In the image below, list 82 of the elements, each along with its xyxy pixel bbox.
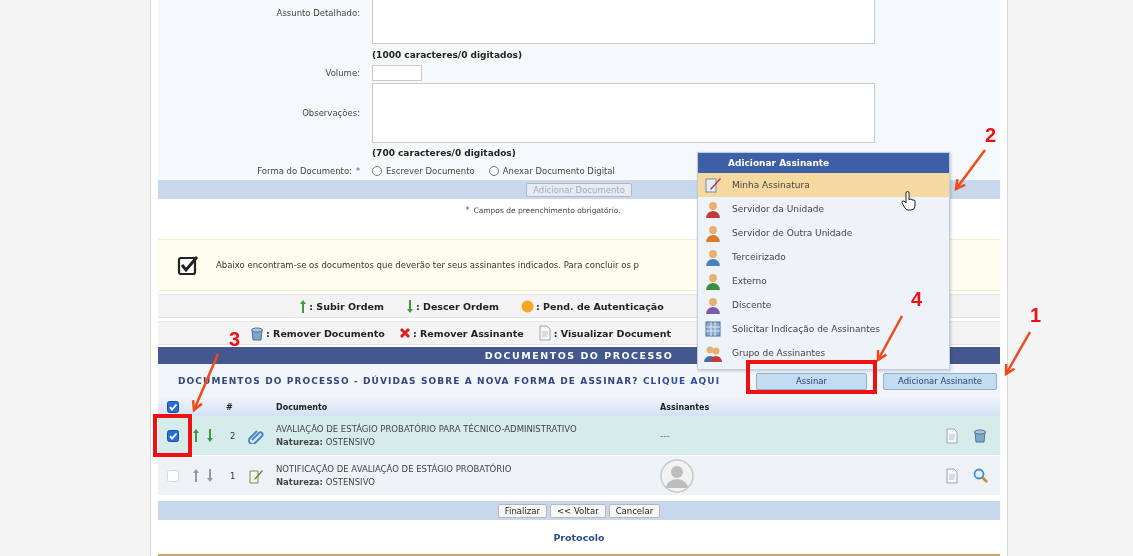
document-nature: Natureza: OSTENSIVO (276, 437, 375, 447)
character-counter: (700 caracteres/0 digitados) (372, 148, 516, 158)
menu-item[interactable]: Externo (698, 269, 771, 293)
add-signer-button[interactable]: Adicionar Assinante (883, 372, 997, 390)
help-link[interactable]: CLIQUE AQUI (642, 376, 721, 386)
people-icon (704, 344, 722, 362)
menu-item[interactable]: Minha Assinatura (698, 173, 949, 197)
form-button[interactable]: << Voltar (549, 503, 606, 518)
document-nature: Natureza: OSTENSIVO (276, 477, 375, 487)
text-area[interactable] (372, 83, 875, 143)
required-mark: * (465, 205, 470, 215)
document-title: NOTIFICAÇÃO DE AVALIAÇÃO DE ESTÁGIO PROBATÓRIO (276, 464, 512, 474)
radio-label[interactable]: Anexar Documento Digital (502, 166, 615, 176)
pen-icon (704, 176, 722, 194)
paperclip-icon (248, 427, 264, 444)
legend-label: : Remover Documento (266, 327, 385, 339)
row-number: 1 (229, 470, 236, 481)
down-arrow-icon (206, 468, 214, 483)
down-arrow-icon[interactable] (206, 428, 214, 443)
radio-label[interactable]: Escrever Documento (386, 166, 475, 176)
field-label: Assunto Detalhado: (276, 8, 360, 18)
menu-item[interactable]: Solicitar Indicação de Assinantes (698, 317, 884, 341)
column-header: Assinantes (660, 402, 710, 412)
person-icon (704, 224, 722, 242)
legend-label: : Descer Ordem (415, 300, 499, 312)
person-icon (704, 272, 722, 290)
field-label: Forma do Documento: (257, 166, 352, 176)
edit-document-icon (248, 467, 264, 484)
person-icon (704, 248, 722, 266)
legend-label: : Subir Ordem (309, 300, 384, 312)
step-number: 1 (1030, 304, 1042, 326)
field-label: Observações: (302, 108, 360, 118)
person-icon (704, 296, 722, 314)
protocol-link[interactable]: Protocolo (553, 531, 605, 543)
document-title: AVALIAÇÃO DE ESTÁGIO PROBATÓRIO PARA TÉCNICO-ADMINISTRATIVO (276, 424, 577, 434)
menu-title: Adicionar Assinante (698, 153, 949, 173)
legend-label: : Pend. de Autenticação (535, 300, 664, 312)
document-icon (537, 325, 552, 341)
dot-icon (520, 299, 534, 313)
legend-label: : Visualizar Document (553, 327, 671, 339)
bin-icon[interactable] (973, 428, 987, 443)
arrow (1004, 331, 1032, 377)
sign-button[interactable]: Assinar (756, 372, 867, 390)
checkbox-icon (177, 254, 199, 276)
signer-text: --- (660, 430, 670, 441)
radio-button[interactable] (488, 166, 499, 176)
up-arrow-icon[interactable] (192, 428, 200, 443)
up-arrow-icon[interactable] (299, 298, 308, 314)
row-number: 2 (229, 430, 236, 441)
required-mark: * (356, 166, 360, 176)
person-icon (704, 200, 722, 218)
hand-cursor-icon (901, 191, 917, 211)
down-arrow-icon[interactable] (405, 298, 414, 314)
text-area[interactable] (372, 0, 875, 44)
cross-icon (398, 327, 411, 339)
menu-item[interactable]: Servidor da Unidade (698, 197, 828, 221)
field-label: Volume: (325, 68, 360, 78)
table-row[interactable]: 2 AVALIAÇÃO DE ESTÁGIO PROBATÓRIO PARA TÉCNICO-ADMINISTRATIVO Natureza: OSTENSIVO --- (158, 416, 1000, 456)
menu-item[interactable]: Discente (698, 293, 776, 317)
checkbox[interactable] (167, 401, 179, 413)
checkbox[interactable] (167, 429, 179, 442)
notice-text: Abaixo encontram-se os documentos que deverão ter seus assinantes indicados. Para concluir os p (216, 260, 639, 270)
column-header: Documento (276, 402, 328, 412)
menu-item[interactable]: Terceirizado (698, 245, 790, 269)
arrow (954, 149, 986, 192)
up-arrow-icon (192, 468, 200, 483)
step-number: 4 (911, 288, 923, 310)
column-header: # (226, 402, 233, 412)
radio-button[interactable] (372, 166, 382, 176)
grid-icon (704, 320, 722, 338)
form-button[interactable]: Finalizar (497, 503, 547, 518)
step-number: 2 (985, 124, 997, 146)
bin-icon (250, 325, 264, 341)
legend-label: : Remover Assinante (412, 327, 524, 339)
input-field[interactable] (372, 65, 422, 81)
form-button[interactable]: Cancelar (608, 503, 661, 518)
character-counter: (1000 caracteres/0 digitados) (372, 50, 523, 60)
menu-item[interactable]: Servidor de Outra Unidade (698, 221, 857, 245)
document-icon[interactable] (945, 427, 959, 444)
highlight-frame (153, 414, 192, 457)
step-number: 3 (229, 328, 241, 350)
avatar-icon (660, 458, 694, 493)
